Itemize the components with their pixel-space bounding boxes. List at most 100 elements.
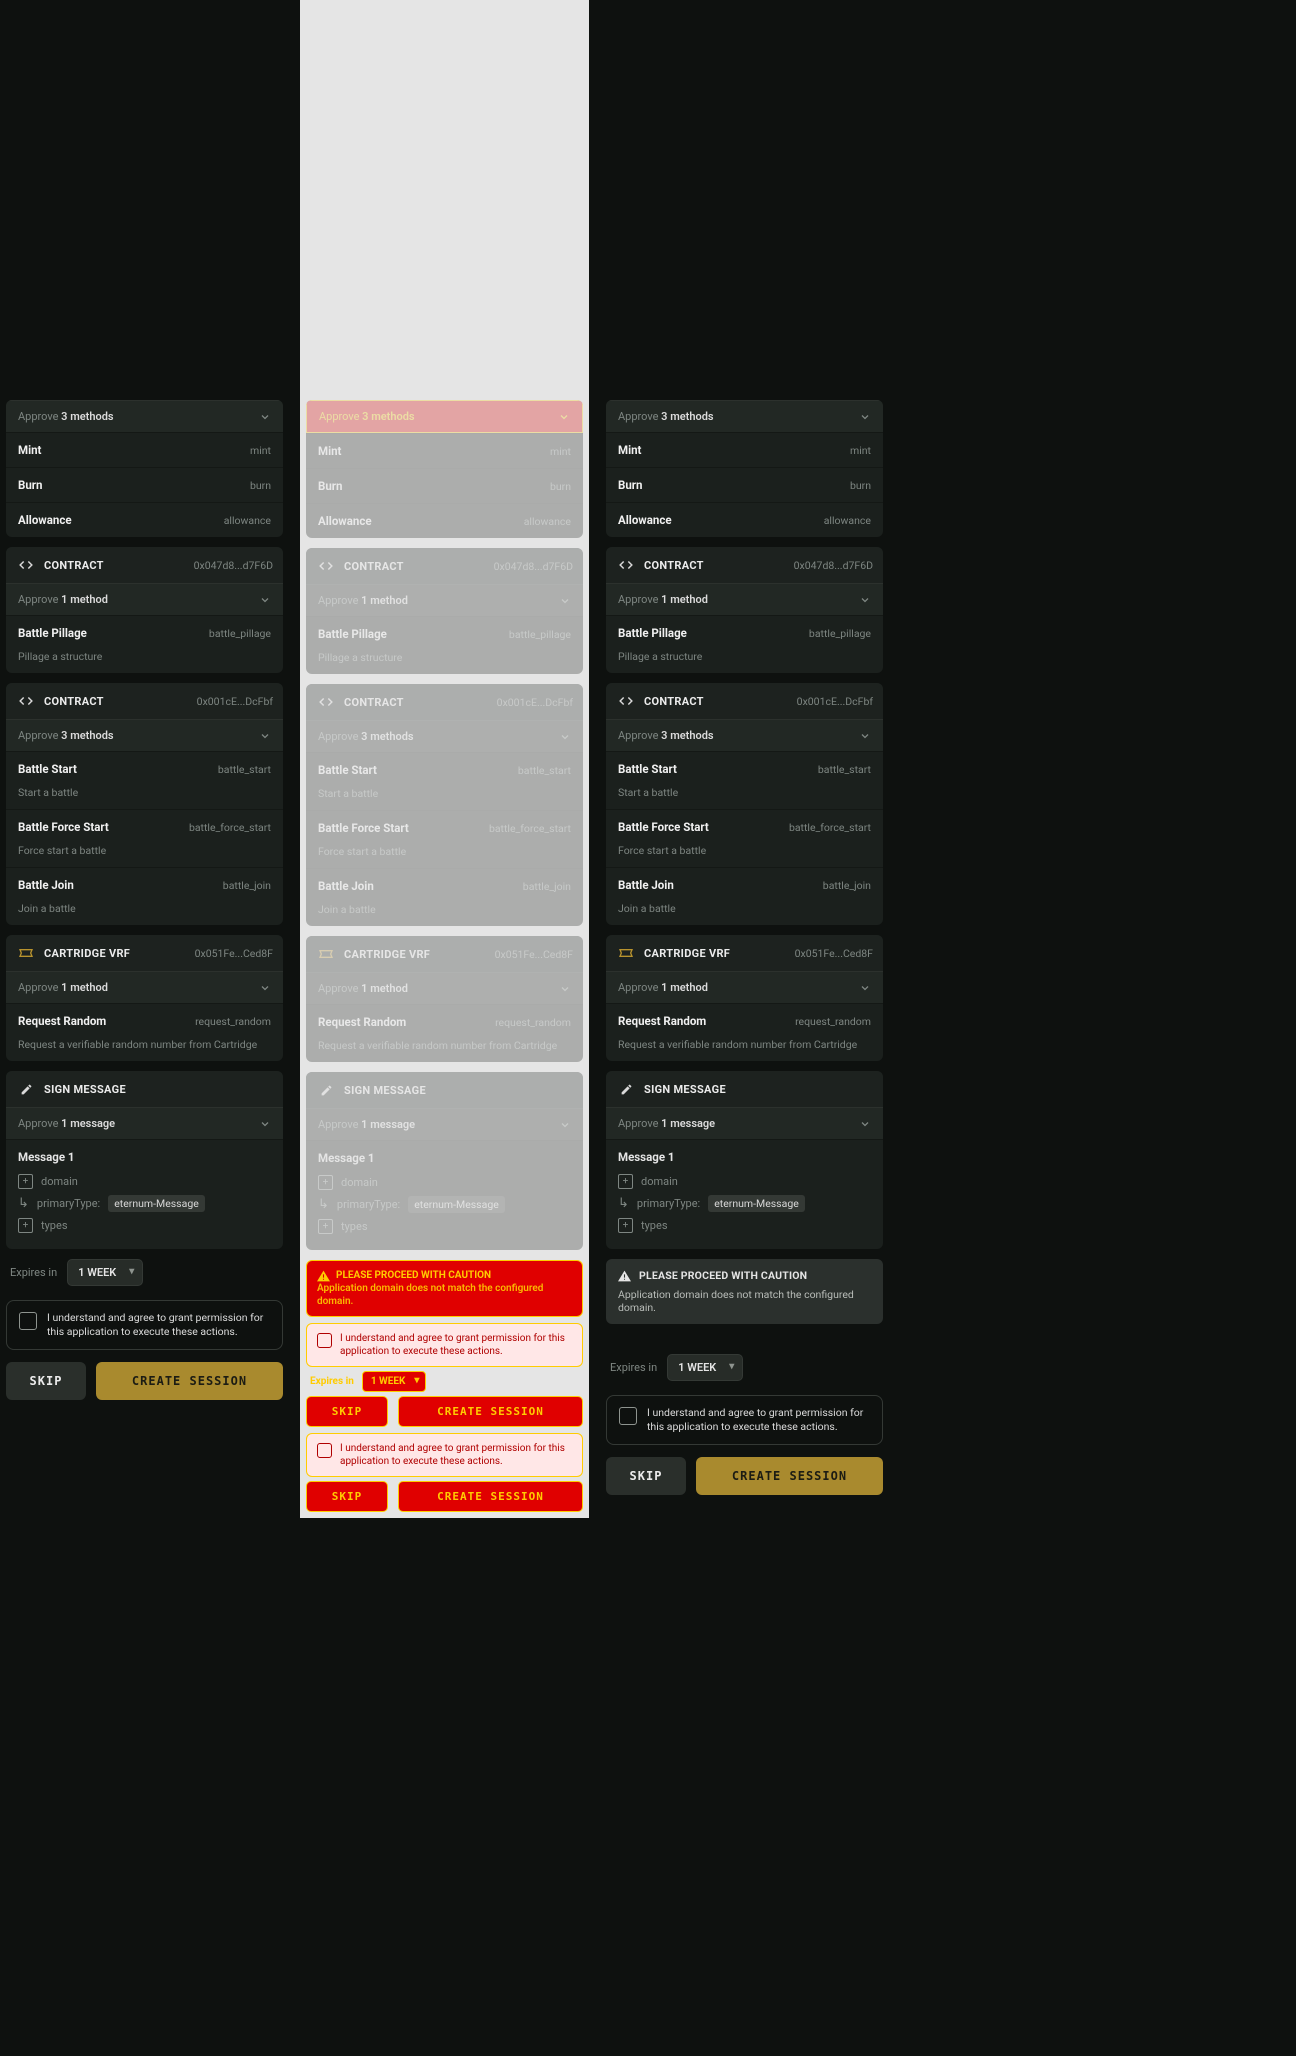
approve-toggle[interactable]: Approve 3 methods: [306, 720, 583, 752]
card-title: CARTRIDGE VRF: [44, 947, 130, 960]
method-desc: Pillage a structure: [18, 650, 271, 663]
method-name: Request Random: [18, 1014, 106, 1028]
method-row: Battle Force Start battle_force_start Fo…: [606, 809, 883, 867]
approve-toggle[interactable]: Approve 3 methods: [606, 400, 883, 432]
create-session-button[interactable]: CREATE SESSION: [96, 1362, 283, 1400]
message-domain-row[interactable]: + domain: [618, 1174, 871, 1189]
contract-card: Approve 3 methods Mint mint Burn burn Al…: [306, 400, 583, 538]
approve-toggle[interactable]: Approve 3 methods: [6, 719, 283, 751]
card-title: CARTRIDGE VRF: [344, 948, 430, 961]
method-selector: battle_join: [523, 880, 571, 893]
action-row: SKIP CREATE SESSION: [6, 1362, 283, 1400]
skip-button[interactable]: SKIP: [306, 1481, 388, 1512]
expires-select[interactable]: 1 WEEK: [67, 1259, 143, 1286]
agree-text: I understand and agree to grant permissi…: [647, 1406, 870, 1434]
contract-card: CONTRACT 0x001cE...DcFbf Approve 3 metho…: [606, 683, 883, 925]
approve-toggle[interactable]: Approve 1 message: [306, 1108, 583, 1140]
expires-select[interactable]: 1 WEEK: [362, 1371, 427, 1392]
approve-toggle[interactable]: Approve 1 message: [6, 1107, 283, 1139]
method-row: Burn burn: [6, 467, 283, 502]
chevron-down-icon: [559, 983, 571, 995]
message-domain-row[interactable]: + domain: [18, 1174, 271, 1189]
method-name: Allowance: [18, 513, 72, 527]
contract-address: 0x001cE...DcFbf: [797, 695, 873, 708]
method-row: Mint mint: [6, 432, 283, 467]
contract-card: CONTRACT 0x047d8...d7F6D Approve 1 metho…: [306, 548, 583, 674]
method-name: Battle Join: [18, 878, 74, 892]
skip-button[interactable]: SKIP: [306, 1396, 388, 1427]
expand-icon: +: [18, 1218, 33, 1233]
chevron-down-icon: [859, 730, 871, 742]
card-header: SIGN MESSAGE: [606, 1071, 883, 1107]
chevron-down-icon: [259, 594, 271, 606]
message-types-row[interactable]: + types: [618, 1218, 871, 1233]
variant-diff: Approve 3 methods Mint mint Burn burn Al…: [300, 0, 589, 1518]
chevron-down-icon: [259, 982, 271, 994]
agree-panel[interactable]: I understand and agree to grant permissi…: [6, 1300, 283, 1350]
create-session-button[interactable]: CREATE SESSION: [696, 1457, 883, 1495]
approve-toggle[interactable]: Approve 1 method: [606, 583, 883, 615]
method-row: Allowance allowance: [606, 502, 883, 537]
chevron-down-icon: [859, 1118, 871, 1130]
pen-icon: [316, 1080, 336, 1100]
approve-toggle[interactable]: Approve 3 methods: [306, 400, 583, 433]
skip-button[interactable]: SKIP: [606, 1457, 686, 1495]
contract-address: 0x047d8...d7F6D: [794, 559, 873, 572]
method-row: Mint mint: [306, 433, 583, 468]
method-selector: battle_force_start: [489, 822, 571, 835]
method-name: Battle Start: [18, 762, 77, 776]
diff-agree-panel[interactable]: I understand and agree to grant permissi…: [306, 1433, 583, 1477]
contract-card: CARTRIDGE VRF 0x051Fe...Ced8F Approve 1 …: [306, 936, 583, 1062]
warning-icon: [618, 1270, 631, 1282]
method-selector: battle_start: [818, 763, 871, 776]
agree-checkbox[interactable]: [619, 1407, 637, 1425]
message-types-row[interactable]: + types: [18, 1218, 271, 1233]
method-name: Battle Force Start: [318, 821, 409, 835]
approve-toggle[interactable]: Approve 1 method: [306, 972, 583, 1004]
agree-panel[interactable]: I understand and agree to grant permissi…: [606, 1395, 883, 1445]
contract-address: 0x051Fe...Ced8F: [795, 947, 873, 960]
method-row: Request Random request_random Request a …: [306, 1004, 583, 1062]
agree-checkbox[interactable]: [317, 1333, 332, 1348]
approve-toggle[interactable]: Approve 1 method: [6, 583, 283, 615]
approve-toggle[interactable]: Approve 3 methods: [6, 400, 283, 432]
expires-select[interactable]: 1 WEEK: [667, 1354, 743, 1381]
variant-left: Approve 3 methods Mint mint Burn burn Al…: [0, 0, 289, 1414]
method-row: Allowance allowance: [306, 503, 583, 538]
approve-toggle[interactable]: Approve 3 methods: [606, 719, 883, 751]
contract-icon: [616, 555, 636, 575]
method-name: Battle Pillage: [18, 626, 87, 640]
message-types-row[interactable]: + types: [318, 1219, 571, 1234]
card-header: CARTRIDGE VRF 0x051Fe...Ced8F: [306, 936, 583, 972]
approve-toggle[interactable]: Approve 1 message: [606, 1107, 883, 1139]
diff-agree-panel[interactable]: I understand and agree to grant permissi…: [306, 1323, 583, 1367]
warning-desc: Application domain does not match the co…: [618, 1288, 871, 1314]
method-name: Burn: [618, 478, 642, 492]
card-title: SIGN MESSAGE: [344, 1084, 426, 1097]
method-selector: mint: [850, 444, 871, 457]
approve-toggle[interactable]: Approve 1 method: [606, 971, 883, 1003]
contract-card: CONTRACT 0x001cE...DcFbf Approve 3 metho…: [306, 684, 583, 926]
agree-checkbox[interactable]: [317, 1443, 332, 1458]
method-selector: request_random: [495, 1016, 571, 1029]
chevron-down-icon: [558, 411, 570, 423]
skip-button[interactable]: SKIP: [6, 1362, 86, 1400]
method-selector: battle_force_start: [189, 821, 271, 834]
contract-address: 0x047d8...d7F6D: [194, 559, 273, 572]
contract-icon: [16, 943, 36, 963]
create-session-button[interactable]: CREATE SESSION: [398, 1481, 583, 1512]
card-header: CONTRACT 0x001cE...DcFbf: [606, 683, 883, 719]
approve-toggle[interactable]: Approve 1 method: [306, 584, 583, 616]
contract-card: Approve 3 methods Mint mint Burn burn Al…: [606, 400, 883, 537]
method-selector: burn: [550, 480, 571, 493]
message-domain-row[interactable]: + domain: [318, 1175, 571, 1190]
method-desc: Request a verifiable random number from …: [318, 1039, 571, 1052]
method-desc: Pillage a structure: [318, 651, 571, 664]
method-row: Burn burn: [306, 468, 583, 503]
method-desc: Request a verifiable random number from …: [618, 1038, 871, 1051]
create-session-button[interactable]: CREATE SESSION: [398, 1396, 583, 1427]
method-desc: Start a battle: [18, 786, 271, 799]
approve-toggle[interactable]: Approve 1 method: [6, 971, 283, 1003]
chevron-down-icon: [559, 1119, 571, 1131]
agree-checkbox[interactable]: [19, 1312, 37, 1330]
